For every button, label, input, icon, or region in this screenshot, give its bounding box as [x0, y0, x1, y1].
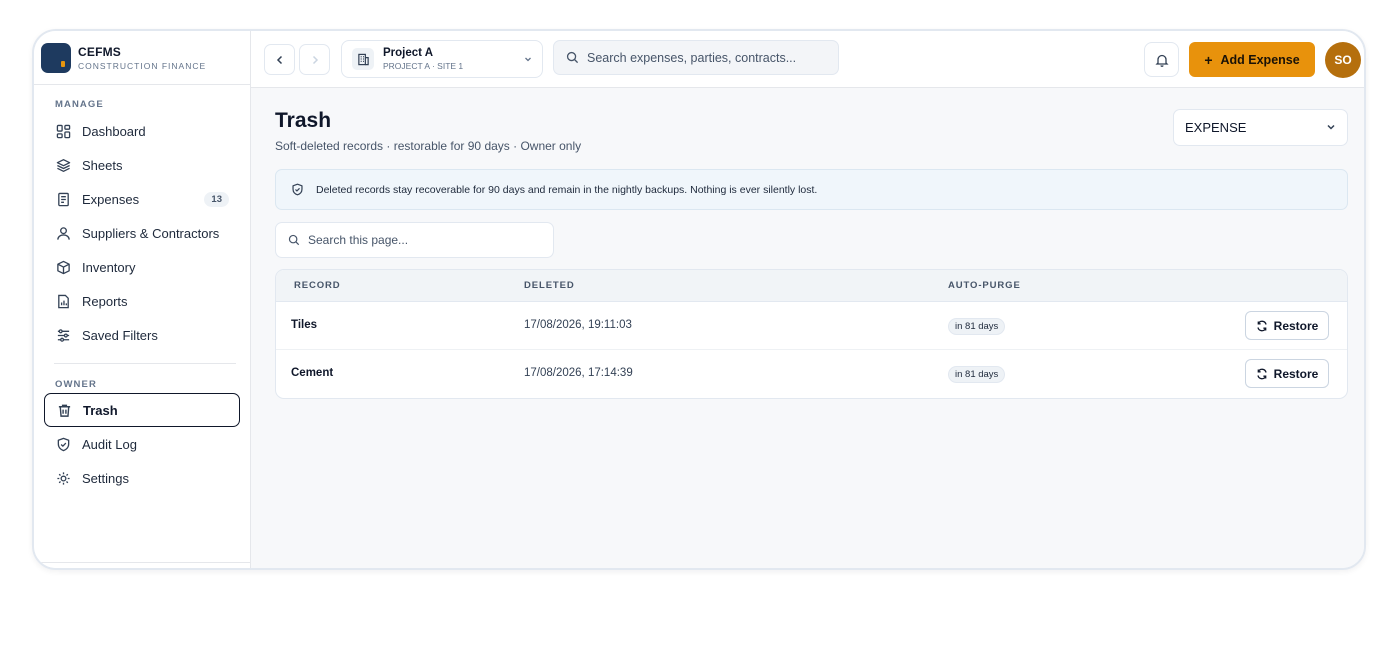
- sidebar-item-settings[interactable]: Settings: [44, 461, 240, 495]
- report-icon: [55, 293, 71, 309]
- shield-check-icon: [55, 436, 71, 452]
- sidebar-item-label: Suppliers & Contractors: [82, 225, 220, 241]
- project-selector[interactable]: Project A PROJECT A · SITE 1: [341, 40, 543, 78]
- sidebar-item-label: Inventory: [82, 259, 136, 275]
- restore-label: Restore: [1273, 318, 1319, 333]
- trash-table: RECORD DELETED AUTO-PURGE Tiles 17/08/20…: [275, 269, 1348, 399]
- search-icon: [566, 51, 579, 64]
- brand-logo: [41, 42, 71, 73]
- record-name: Cement: [291, 367, 334, 379]
- sliders-icon: [55, 327, 71, 343]
- auto-purge-pill: in 81 days: [948, 318, 1006, 335]
- table-row: Tiles 17/08/2026, 19:11:03 in 81 days Re…: [276, 302, 1347, 350]
- section-label-manage: MANAGE: [55, 99, 104, 110]
- sidebar-item-inventory[interactable]: Inventory: [44, 250, 240, 284]
- user-icon: [55, 225, 71, 241]
- record-type-value: EXPENSE: [1185, 120, 1247, 135]
- main-area: Project A PROJECT A · SITE 1 + Add Expen…: [251, 31, 1364, 568]
- search-icon: [288, 234, 300, 246]
- add-expense-label: Add Expense: [1220, 52, 1300, 67]
- sidebar-item-audit-log[interactable]: Audit Log: [44, 427, 240, 461]
- restore-button[interactable]: Restore: [1245, 359, 1329, 388]
- sidebar-item-label: Expenses: [82, 191, 140, 207]
- sidebar-item-label: Saved Filters: [82, 327, 158, 343]
- sidebar-item-label: Audit Log: [82, 436, 137, 452]
- deleted-date: 17/08/2026, 17:14:39: [524, 367, 633, 379]
- add-expense-button[interactable]: + Add Expense: [1189, 42, 1315, 77]
- sidebar: CEFMS CONSTRUCTION FINANCE MANAGE Dashbo…: [34, 31, 251, 568]
- project-name: Project A: [383, 47, 434, 59]
- page-subtitle: Soft-deleted records · restorable for 90…: [275, 139, 582, 153]
- back-button[interactable]: [264, 44, 295, 75]
- expenses-count-badge: 13: [204, 192, 229, 207]
- sidebar-footer: [34, 562, 250, 568]
- page-search-input[interactable]: [308, 233, 538, 247]
- global-search[interactable]: [553, 40, 839, 75]
- page-search[interactable]: [275, 222, 554, 258]
- sidebar-item-label: Sheets: [82, 157, 123, 173]
- forward-button[interactable]: [299, 44, 330, 75]
- dashboard-grid-icon: [55, 123, 71, 139]
- sidebar-item-suppliers-contractors[interactable]: Suppliers & Contractors: [44, 216, 240, 250]
- sidebar-item-label: Dashboard: [82, 123, 146, 139]
- shield-check-icon: [291, 183, 304, 196]
- trash-icon: [56, 402, 72, 418]
- project-site: PROJECT A · SITE 1: [383, 61, 464, 71]
- building-icon: [352, 48, 374, 70]
- deleted-date: 17/08/2026, 19:11:03: [524, 319, 632, 331]
- gear-icon: [55, 470, 71, 486]
- sidebar-item-expenses[interactable]: Expenses 13: [44, 182, 240, 216]
- record-name: Tiles: [291, 319, 317, 331]
- brand: CEFMS CONSTRUCTION FINANCE: [34, 31, 250, 85]
- layers-icon: [55, 157, 71, 173]
- app-window: CEFMS CONSTRUCTION FINANCE MANAGE Dashbo…: [32, 29, 1366, 570]
- refresh-icon: [1256, 320, 1268, 332]
- sidebar-item-label: Settings: [82, 470, 129, 486]
- section-label-owner: OWNER: [55, 379, 97, 390]
- column-header-auto-purge: AUTO-PURGE: [948, 280, 1021, 291]
- page-title: Trash: [275, 109, 332, 132]
- sidebar-item-saved-filters[interactable]: Saved Filters: [44, 318, 240, 352]
- column-header-record: RECORD: [294, 280, 341, 291]
- auto-purge-pill: in 81 days: [948, 366, 1006, 383]
- sidebar-item-label: Reports: [82, 293, 128, 309]
- notifications-button[interactable]: [1144, 42, 1179, 77]
- sidebar-divider: [54, 363, 236, 364]
- brand-name: CEFMS: [78, 44, 121, 59]
- global-search-input[interactable]: [587, 50, 827, 65]
- topbar: Project A PROJECT A · SITE 1 + Add Expen…: [251, 31, 1364, 88]
- record-type-select[interactable]: EXPENSE: [1173, 109, 1348, 146]
- restore-button[interactable]: Restore: [1245, 311, 1329, 340]
- brand-subtitle: CONSTRUCTION FINANCE: [78, 60, 207, 71]
- chevron-down-icon: [1325, 121, 1337, 136]
- restore-label: Restore: [1273, 366, 1319, 381]
- receipt-icon: [55, 191, 71, 207]
- box-icon: [55, 259, 71, 275]
- sidebar-item-label: Trash: [83, 402, 118, 418]
- sidebar-item-sheets[interactable]: Sheets: [44, 148, 240, 182]
- sidebar-item-reports[interactable]: Reports: [44, 284, 240, 318]
- retention-notice-text: Deleted records stay recoverable for 90 …: [316, 183, 818, 196]
- sidebar-item-trash[interactable]: Trash: [44, 393, 240, 427]
- chevron-down-icon: [524, 55, 532, 65]
- column-header-deleted: DELETED: [524, 280, 575, 291]
- chevron-right-icon: [312, 55, 318, 64]
- retention-notice: Deleted records stay recoverable for 90 …: [275, 169, 1348, 210]
- bell-icon: [1154, 54, 1169, 67]
- sidebar-item-dashboard[interactable]: Dashboard: [44, 114, 240, 148]
- user-avatar[interactable]: SO: [1325, 42, 1361, 78]
- refresh-icon: [1256, 368, 1268, 380]
- table-row: Cement 17/08/2026, 17:14:39 in 81 days R…: [276, 350, 1347, 398]
- table-header: RECORD DELETED AUTO-PURGE: [276, 270, 1347, 302]
- chevron-left-icon: [276, 55, 282, 64]
- plus-icon: +: [1204, 51, 1213, 68]
